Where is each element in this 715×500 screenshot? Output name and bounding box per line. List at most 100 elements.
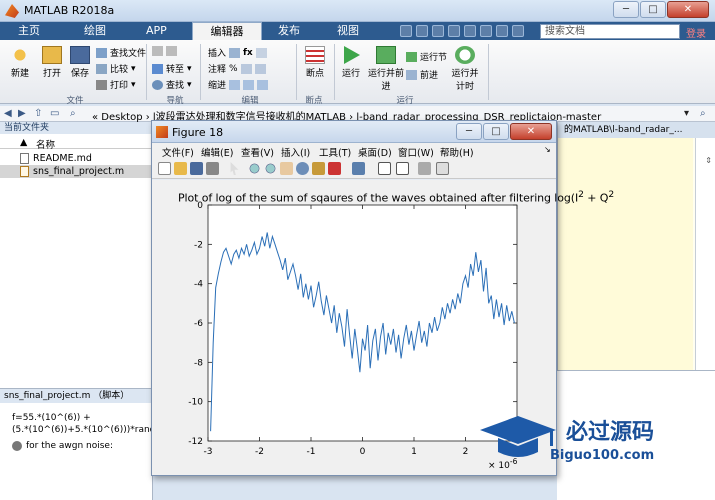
figure-maximize-button[interactable]: □ (483, 123, 509, 140)
save-disk-icon (70, 46, 90, 64)
back-icon[interactable]: ◀ (4, 108, 12, 119)
print-button[interactable]: 打印 ▾ (96, 78, 136, 91)
hide-plot-tools-icon[interactable] (418, 162, 431, 175)
path-dropdown-icon[interactable]: ▾ (684, 108, 689, 119)
save-button[interactable]: 保存 (66, 46, 94, 79)
y-tick-label: -12 (188, 437, 203, 447)
insert-icon (229, 47, 241, 58)
show-plot-tools-icon[interactable] (436, 162, 449, 175)
scroll-up-icon[interactable]: ⇕ (705, 156, 712, 165)
back-forward-buttons[interactable] (152, 46, 177, 56)
new-figure-icon[interactable] (158, 162, 171, 175)
search-folder-icon[interactable]: ⌕ (70, 108, 76, 119)
close-button[interactable]: ✕ (667, 1, 709, 18)
current-folder-header: 当前文件夹 (0, 122, 152, 134)
link-plot-icon[interactable] (352, 162, 365, 175)
x-tick-label: 2 (463, 447, 469, 457)
cut-quick-icon[interactable] (416, 25, 428, 37)
goto-button[interactable]: 转至 ▾ (152, 62, 192, 75)
details-header: sns_final_project.m （脚本） (0, 389, 152, 403)
figure-close-button[interactable]: ✕ (510, 123, 552, 140)
login-link[interactable]: 登录 (686, 25, 706, 40)
colorbar-icon[interactable] (378, 162, 391, 175)
tab-apps[interactable]: APP (134, 22, 179, 40)
ribbon-separator (334, 44, 335, 100)
menu-tools[interactable]: 工具(T) (319, 145, 351, 159)
forward-icon[interactable]: ▶ (18, 108, 26, 119)
run-button[interactable]: 运行 (338, 46, 364, 79)
undo-quick-icon[interactable] (464, 25, 476, 37)
tab-plots[interactable]: 绘图 (72, 22, 118, 40)
menu-file[interactable]: 文件(F) (162, 145, 194, 159)
paste-quick-icon[interactable] (448, 25, 460, 37)
save-quick-icon[interactable] (400, 25, 412, 37)
menu-window[interactable]: 窗口(W) (398, 145, 434, 159)
pan-hand-icon[interactable] (280, 162, 293, 175)
current-folder-panel: 当前文件夹 ▲ 名称 README.md sns_final_project.m (0, 122, 153, 388)
biguo-watermark: 必过源码 Biguo100.com (480, 410, 680, 470)
print-figure-icon[interactable] (206, 162, 219, 175)
rotate-icon[interactable] (296, 162, 309, 175)
menu-insert[interactable]: 插入(I) (281, 145, 310, 159)
tab-home[interactable]: 主页 (6, 22, 52, 40)
menu-view[interactable]: 查看(V) (241, 145, 274, 159)
switch-windows-icon[interactable] (496, 25, 508, 37)
figure-minimize-button[interactable]: ─ (456, 123, 482, 140)
goto-arrow-icon (152, 63, 163, 74)
copy-quick-icon[interactable] (432, 25, 444, 37)
run-and-time-button[interactable]: 运行并计时 (448, 46, 482, 92)
new-button[interactable]: 新建 (6, 46, 34, 79)
insert-button[interactable]: 插入 fx (208, 46, 267, 59)
new-plus-icon (10, 46, 30, 64)
name-column-header[interactable]: ▲ 名称 (0, 136, 153, 151)
up-folder-icon[interactable]: ⇧ (34, 108, 42, 119)
legend-icon[interactable] (396, 162, 409, 175)
comment-button[interactable]: 注释% (208, 62, 266, 75)
run-section-button[interactable]: 运行节 (406, 50, 447, 63)
zoom-in-icon[interactable] (248, 162, 261, 175)
y-tick-label: -10 (188, 398, 203, 408)
open-file-icon[interactable] (174, 162, 187, 175)
menu-edit[interactable]: 编辑(E) (201, 145, 233, 159)
ribbon: 新建 打开 保存 查找文件 比较 ▾ 打印 ▾ 文件 转至 ▾ 查找 ▾ 导航 插入 fx… (0, 40, 715, 106)
help-quick-icon[interactable] (512, 25, 524, 37)
menu-dock-icon[interactable]: ↘ (544, 145, 551, 154)
brush-icon[interactable] (328, 162, 341, 175)
redo-quick-icon[interactable] (480, 25, 492, 37)
file-item-sns-final-project[interactable]: sns_final_project.m (0, 165, 153, 178)
y-tick-label: -6 (194, 319, 203, 329)
search-documentation-input[interactable]: 搜索文档 (540, 24, 680, 39)
browse-folder-icon[interactable]: ▭ (50, 108, 59, 119)
minimize-button[interactable]: ─ (613, 1, 639, 18)
advance-button[interactable]: 前进 (406, 68, 438, 81)
data-cursor-icon[interactable] (312, 162, 325, 175)
tab-view[interactable]: 视图 (325, 22, 371, 40)
menu-help[interactable]: 帮助(H) (440, 145, 474, 159)
find-files-button[interactable]: 查找文件 (96, 46, 146, 59)
open-button[interactable]: 打开 (38, 46, 66, 79)
tab-publish[interactable]: 发布 (266, 22, 312, 40)
code-line: for the awgn noise: (26, 441, 113, 451)
breakpoints-button[interactable]: 断点 (300, 46, 330, 79)
path-search-icon[interactable]: ⌕ (700, 108, 706, 119)
x-tick-label: 0 (360, 447, 366, 457)
compare-button[interactable]: 比较 ▾ (96, 62, 136, 75)
compare-icon (96, 63, 107, 74)
file-item-readme[interactable]: README.md (0, 152, 153, 165)
editor-text-area[interactable] (558, 138, 693, 370)
advance-icon (406, 69, 417, 80)
editor-tab[interactable]: 的MATLAB\l-band_radar_... (558, 122, 715, 138)
window-title: MATLAB R2018a (24, 4, 115, 17)
run-and-advance-button[interactable]: 运行并前进 (368, 46, 404, 92)
find-button[interactable]: 查找 ▾ (152, 78, 192, 91)
maximize-button[interactable]: □ (640, 1, 666, 18)
tab-editor[interactable]: 编辑器 (192, 22, 262, 41)
indent-button[interactable]: 缩进 (208, 78, 269, 91)
y-tick-label: 0 (197, 201, 203, 211)
editor-scrollbar[interactable]: ⇕ (695, 138, 715, 370)
zoom-out-icon[interactable] (264, 162, 277, 175)
menu-desktop[interactable]: 桌面(D) (358, 145, 392, 159)
save-figure-icon[interactable] (190, 162, 203, 175)
ribbon-separator (200, 44, 201, 100)
pointer-icon[interactable] (230, 162, 239, 175)
